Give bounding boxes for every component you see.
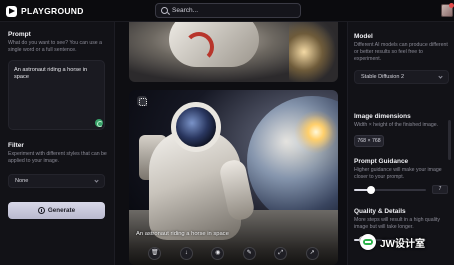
prompt-guidance-title: Prompt Guidance [354, 158, 409, 165]
download-icon[interactable]: ↓ [179, 246, 193, 260]
wechat-icon [360, 234, 376, 250]
search-bar[interactable] [155, 3, 301, 18]
image-card[interactable] [129, 22, 338, 82]
filter-select[interactable]: None [8, 174, 105, 188]
prompt-textarea[interactable]: An astronaut riding a horse in space [8, 60, 105, 130]
dimension-option[interactable]: 768 × 768 [354, 135, 384, 147]
generate-label: Generate [47, 207, 76, 214]
settings-panel: Model Different AI models can produce di… [347, 22, 454, 265]
slider-thumb[interactable] [367, 186, 375, 194]
chevron-down-icon [438, 74, 443, 79]
app-logo[interactable]: PLAYGROUND [6, 5, 84, 17]
playground-app: PLAYGROUND Prompt What do you want to se… [0, 0, 454, 265]
edit-icon[interactable]: ✎ [242, 246, 256, 260]
model-selected: Stable Diffusion 2 [361, 74, 405, 80]
prompt-value: An astronaut riding a horse in space [14, 67, 88, 80]
filter-title: Filter [8, 142, 24, 149]
sun-flare [294, 110, 338, 154]
share-icon[interactable]: ↗ [305, 246, 319, 260]
avatar[interactable] [441, 3, 454, 17]
search-icon [161, 7, 168, 14]
app-name: PLAYGROUND [21, 6, 84, 16]
enhance-prompt-icon[interactable] [95, 119, 103, 127]
prompt-guidance-value[interactable]: 7 [432, 185, 448, 194]
trash-icon[interactable]: 🗑 [148, 246, 162, 260]
prompt-title: Prompt [8, 31, 31, 38]
filter-description: Experiment with different styles that ca… [8, 151, 107, 164]
select-icon[interactable] [137, 96, 147, 106]
scrollbar[interactable] [448, 120, 451, 160]
prompt-description: What do you want to see? You can use a s… [8, 40, 103, 53]
model-title: Model [354, 33, 373, 40]
light-glow [289, 22, 338, 82]
play-icon [6, 5, 17, 17]
model-select[interactable]: Stable Diffusion 2 [354, 70, 449, 84]
watermark: JW设计室 [360, 230, 454, 254]
image-card[interactable]: An astronaut riding a horse in space 🗑 ↓… [129, 90, 338, 265]
image-gallery: An astronaut riding a horse in space 🗑 ↓… [115, 22, 347, 265]
astronaut-helmet [171, 102, 221, 152]
generate-icon [37, 207, 45, 214]
search-input[interactable] [172, 7, 292, 14]
left-panel: Prompt What do you want to see? You can … [0, 22, 115, 265]
image-caption: An astronaut riding a horse in space [136, 231, 229, 237]
chevron-down-icon [94, 178, 99, 183]
prompt-guidance-slider[interactable] [354, 186, 426, 194]
dimensions-description: Width × height of the finished image. [354, 122, 439, 128]
expand-icon[interactable]: ⤢ [274, 246, 288, 260]
dimensions-title: Image dimensions [354, 113, 411, 120]
quality-description: More steps will result in a high quality… [354, 217, 440, 230]
eye-icon[interactable]: ◉ [211, 246, 225, 260]
quality-title: Quality & Details [354, 208, 406, 215]
generate-button[interactable]: Generate [8, 202, 105, 219]
suit-stripe [184, 32, 214, 62]
astronaut-suit-image [169, 22, 259, 67]
prompt-guidance-description: Higher guidance will make your image clo… [354, 167, 442, 180]
watermark-text: JW设计室 [380, 238, 425, 250]
filter-selected: None [15, 178, 29, 184]
model-description: Different AI models can produce differen… [354, 42, 448, 62]
top-bar: PLAYGROUND [0, 0, 454, 22]
image-actions: 🗑 ↓ ◉ ✎ ⤢ ↗ [129, 241, 338, 265]
